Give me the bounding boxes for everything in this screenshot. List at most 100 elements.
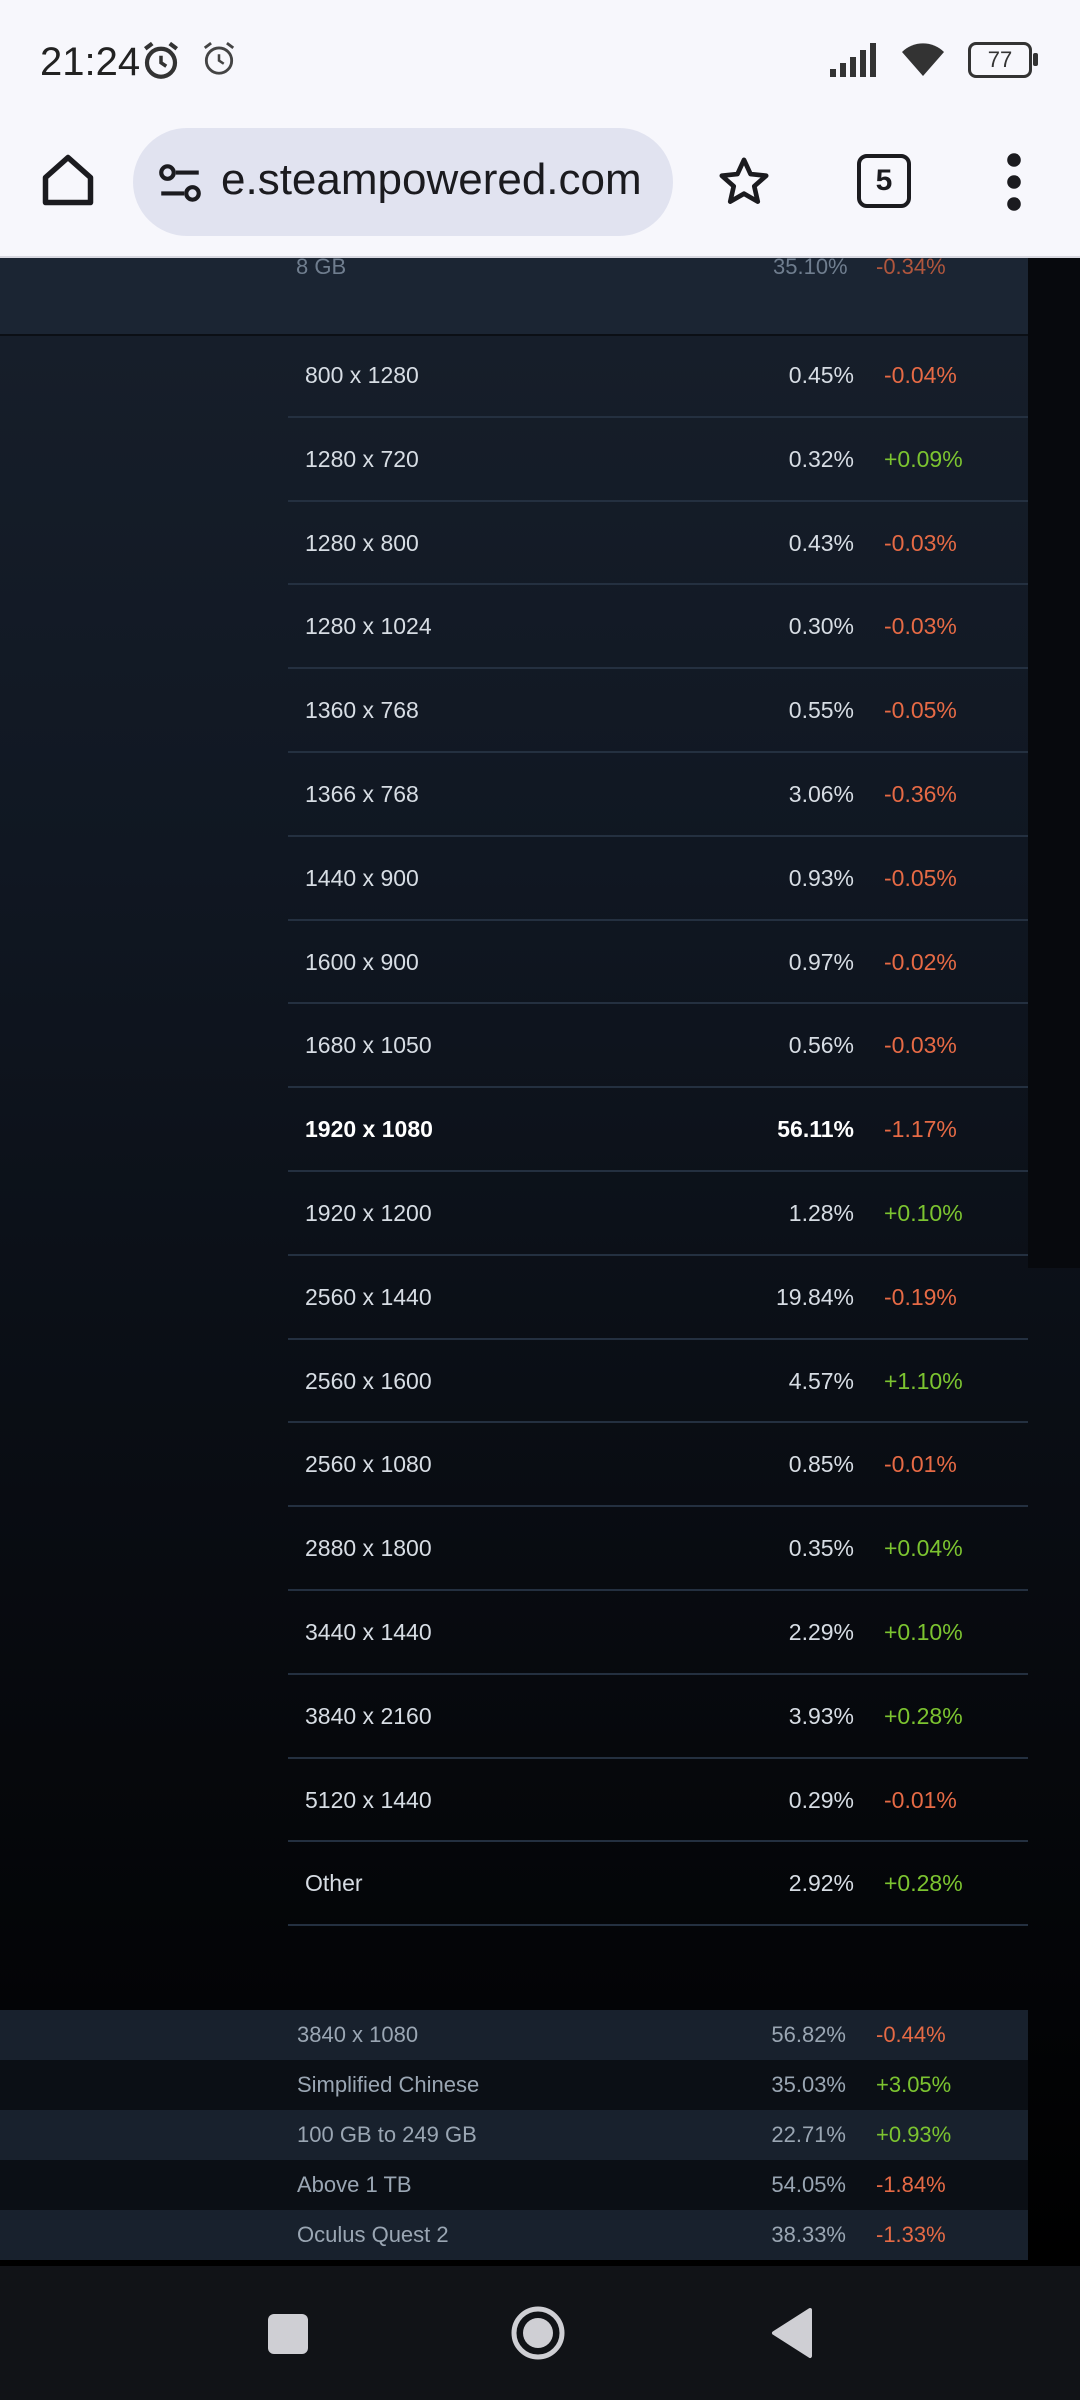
site-settings-icon[interactable] xyxy=(155,158,205,208)
summary-table: 3840 x 1080 56.82% -0.44% Simplified Chines… xyxy=(0,2010,1028,2260)
table-row: 2560 x 1080 0.85% -0.01% xyxy=(288,1423,1028,1508)
resolution-percent: 0.32% xyxy=(788,445,854,472)
resolution-change: +0.09% xyxy=(884,445,963,472)
summary-row[interactable]: Above 1 TB 54.05% -1.84% xyxy=(0,2160,1028,2210)
table-row: 800 x 1280 0.45% -0.04% xyxy=(288,334,1028,418)
table-row: 3440 x 1440 2.29% +0.10% xyxy=(288,1591,1028,1675)
summary-percent: 35.03% xyxy=(771,2072,846,2097)
home-circle-icon[interactable] xyxy=(511,2306,565,2360)
table-row: 1600 x 900 0.97% -0.02% xyxy=(288,921,1028,1005)
summary-change: -1.33% xyxy=(876,2222,946,2247)
browser-toolbar: e.steampowered.com 5 xyxy=(0,128,1080,258)
resolution-change: -0.04% xyxy=(884,362,957,388)
resolution-change: +1.10% xyxy=(884,1367,963,1394)
resolution-percent: 0.35% xyxy=(788,1535,854,1562)
tabs-icon[interactable]: 5 xyxy=(857,154,911,208)
resolution-percent: 1.28% xyxy=(788,1199,854,1226)
table-row: 3840 x 2160 3.93% +0.28% xyxy=(288,1675,1028,1759)
row-percent: 35.10% xyxy=(773,258,848,279)
summary-change: -0.44% xyxy=(876,2022,946,2047)
resolution-name: 3440 x 1440 xyxy=(305,1618,432,1645)
table-row: 2880 x 1800 0.35% +0.04% xyxy=(288,1507,1028,1591)
table-row: Other 2.92% +0.28% xyxy=(288,1842,1028,1927)
summary-row[interactable]: Simplified Chinese 35.03% +3.05% xyxy=(0,2060,1028,2110)
resolution-name: 1280 x 800 xyxy=(305,529,419,556)
resolution-change: +0.28% xyxy=(884,1870,963,1897)
resolution-percent: 4.57% xyxy=(788,1367,854,1394)
summary-name: Above 1 TB xyxy=(297,2172,412,2197)
summary-change: -1.84% xyxy=(876,2172,946,2197)
resolution-change: -0.36% xyxy=(884,780,957,807)
resolution-percent: 3.06% xyxy=(788,780,854,807)
resolution-table: 800 x 1280 0.45% -0.04% 1280 x 720 0.32% +0.0… xyxy=(288,334,1028,1927)
resolution-name: 2560 x 1600 xyxy=(305,1367,432,1394)
table-row: 1680 x 1050 0.56% -0.03% xyxy=(288,1004,1028,1089)
home-icon[interactable] xyxy=(38,150,98,210)
summary-percent: 22.71% xyxy=(771,2122,846,2147)
resolution-change: +0.04% xyxy=(884,1535,963,1562)
resolution-percent: 0.45% xyxy=(788,362,854,388)
url-text[interactable]: e.steampowered.com xyxy=(221,155,661,205)
table-row: 1920 x 1200 1.28% +0.10% xyxy=(288,1172,1028,1256)
summary-name: 100 GB to 249 GB xyxy=(297,2122,477,2147)
summary-row[interactable]: 3840 x 1080 56.82% -0.44% xyxy=(0,2010,1028,2060)
resolution-name: 1280 x 1024 xyxy=(305,613,432,640)
alarm-icon xyxy=(203,42,235,75)
more-icon[interactable] xyxy=(1000,152,1028,212)
resolution-name: 1600 x 900 xyxy=(305,948,419,975)
table-row: 2560 x 1600 4.57% +1.10% xyxy=(288,1340,1028,1424)
resolution-change: -0.01% xyxy=(884,1451,957,1478)
resolution-name: 800 x 1280 xyxy=(305,362,419,388)
summary-row[interactable]: 100 GB to 249 GB 22.71% +0.93% xyxy=(0,2110,1028,2160)
resolution-name: 1920 x 1080 xyxy=(305,1116,433,1143)
resolution-name: 1440 x 900 xyxy=(305,864,419,891)
resolution-name: 2560 x 1080 xyxy=(305,1451,432,1478)
resolution-name: 2880 x 1800 xyxy=(305,1535,432,1562)
resolution-percent: 2.29% xyxy=(788,1618,854,1645)
resolution-name: 2560 x 1440 xyxy=(305,1283,432,1310)
table-row: 1360 x 768 0.55% -0.05% xyxy=(288,669,1028,753)
resolution-change: -0.03% xyxy=(884,1032,957,1059)
table-row: 1920 x 1080 56.11% -1.17% xyxy=(288,1088,1028,1172)
row-change: -0.34% xyxy=(876,258,946,279)
star-icon[interactable] xyxy=(716,154,772,210)
resolution-change: +0.10% xyxy=(884,1618,963,1645)
resolution-name: 5120 x 1440 xyxy=(305,1786,432,1813)
table-row: 1280 x 800 0.43% -0.03% xyxy=(288,502,1028,586)
address-bar[interactable]: e.steampowered.com xyxy=(133,128,673,236)
summary-change: +3.05% xyxy=(876,2072,952,2097)
summary-name: 3840 x 1080 xyxy=(297,2022,419,2047)
page-content: 8 GB 35.10% -0.34% 800 x 1280 0.45% -0.04%… xyxy=(0,258,1080,2266)
row-label: 8 GB xyxy=(296,258,347,279)
table-row: 5120 x 1440 0.29% -0.01% xyxy=(288,1759,1028,1843)
resolution-change: -0.05% xyxy=(884,864,957,891)
summary-change: +0.93% xyxy=(876,2122,952,2147)
scrollbar[interactable] xyxy=(1028,258,1080,1268)
resolution-percent: 2.92% xyxy=(788,1870,854,1897)
resolution-change: +0.10% xyxy=(884,1199,963,1226)
resolution-percent: 0.97% xyxy=(788,948,854,975)
summary-name: Oculus Quest 2 xyxy=(297,2222,449,2247)
recents-square-icon[interactable] xyxy=(268,2314,308,2354)
resolution-percent: 0.55% xyxy=(788,697,854,724)
resolution-name: 1920 x 1200 xyxy=(305,1199,432,1226)
resolution-change: +0.28% xyxy=(884,1702,963,1729)
section-header-band[interactable] xyxy=(0,288,1028,336)
resolution-change: -0.03% xyxy=(884,613,957,640)
resolution-percent: 0.56% xyxy=(788,1032,854,1059)
signal-icon xyxy=(830,43,876,77)
resolution-percent: 3.93% xyxy=(788,1702,854,1729)
summary-percent: 54.05% xyxy=(771,2172,846,2197)
summary-name: Simplified Chinese xyxy=(297,2072,480,2097)
table-row: 1366 x 768 3.06% -0.36% xyxy=(288,753,1028,837)
status-icons-left xyxy=(140,40,238,82)
back-triangle-icon[interactable] xyxy=(770,2306,814,2360)
summary-row[interactable]: Oculus Quest 2 38.33% -1.33% xyxy=(0,2210,1028,2260)
resolution-change: -0.02% xyxy=(884,948,957,975)
resolution-percent: 19.84% xyxy=(775,1283,854,1310)
navigation-bar xyxy=(0,2266,1080,2400)
table-row: 2560 x 1440 19.84% -0.19% xyxy=(288,1256,1028,1340)
status-bar: 21:24 77 xyxy=(0,0,1080,128)
resolution-percent: 0.93% xyxy=(788,864,854,891)
resolution-name: Other xyxy=(305,1870,363,1897)
